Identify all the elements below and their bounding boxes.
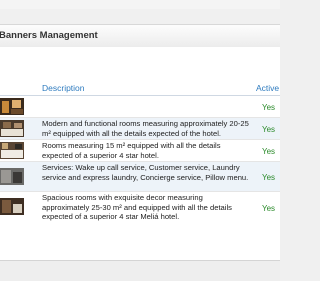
banner-thumbnail[interactable] <box>0 98 24 115</box>
top-strip <box>0 0 280 9</box>
active-status: Yes <box>262 125 276 134</box>
banners-table-panel: e Description Active Yes Modern and func… <box>0 47 280 260</box>
footer-bar <box>0 260 280 281</box>
banner-description: Modern and functional rooms measuring ap… <box>42 119 249 138</box>
banner-description: Spacious rooms with exquisite decor meas… <box>42 193 232 222</box>
table-row[interactable]: Services: Wake up call service, Customer… <box>0 162 280 192</box>
active-status: Yes <box>262 204 276 213</box>
column-header-description[interactable]: Description <box>42 83 85 93</box>
active-status: Yes <box>262 103 276 112</box>
table-row[interactable]: Rooms measuring 15 m² equipped with all … <box>0 140 280 162</box>
page-title: Banners Management <box>0 30 98 41</box>
title-bar: Banners Management <box>0 24 280 48</box>
active-status: Yes <box>262 147 276 156</box>
banner-thumbnail[interactable] <box>0 120 24 137</box>
banner-description: Services: Wake up call service, Customer… <box>42 163 249 182</box>
active-status: Yes <box>262 173 276 182</box>
banner-thumbnail[interactable] <box>0 142 24 159</box>
banner-thumbnail[interactable] <box>0 198 24 215</box>
banner-thumbnail[interactable] <box>0 168 24 185</box>
table-row[interactable]: Yes <box>0 96 280 118</box>
table-row[interactable]: Spacious rooms with exquisite decor meas… <box>0 192 280 225</box>
table-row[interactable]: Modern and functional rooms measuring ap… <box>0 118 280 140</box>
banner-description: Rooms measuring 15 m² equipped with all … <box>42 141 221 160</box>
column-header-active[interactable]: Active <box>256 83 279 93</box>
